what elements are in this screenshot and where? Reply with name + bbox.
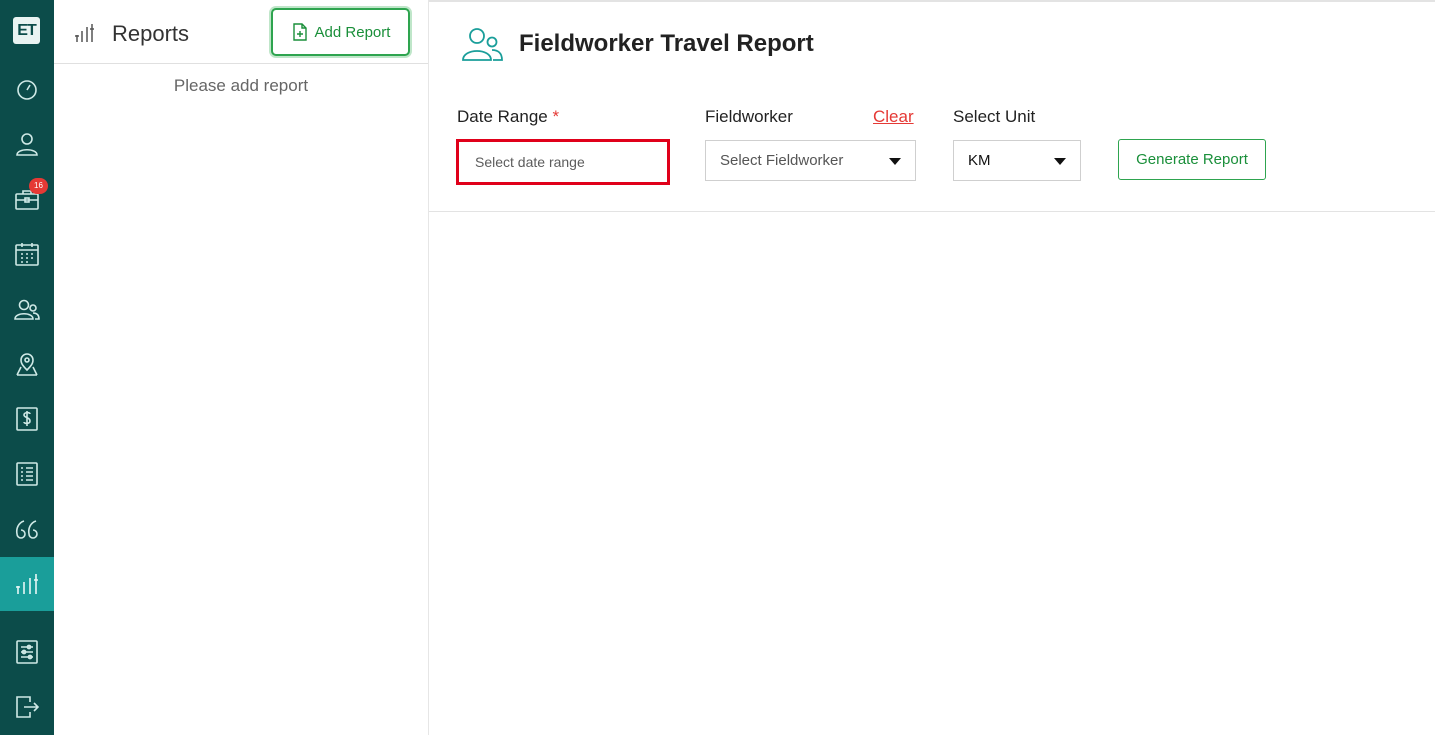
- file-plus-icon: [292, 23, 307, 41]
- list-document-icon: [16, 462, 38, 486]
- main-content: Fieldworker Travel Report Date Range * F…: [429, 0, 1435, 735]
- unit-select[interactable]: KM: [953, 140, 1081, 181]
- reports-panel-header: Reports Add Report: [54, 0, 428, 64]
- fieldworker-select[interactable]: Select Fieldworker: [705, 140, 916, 181]
- jobs-notification-badge: 16: [29, 178, 48, 194]
- quote-icon: [15, 520, 38, 539]
- unit-select-value: KM: [968, 152, 991, 169]
- caret-down-icon: [1054, 158, 1066, 165]
- nav-documents[interactable]: [0, 447, 54, 501]
- nav-calendar[interactable]: [0, 227, 54, 281]
- users-icon: [14, 299, 40, 320]
- empty-reports-message: Please add report: [173, 76, 309, 95]
- page-title: Fieldworker Travel Report: [519, 30, 814, 57]
- fieldworker-label: Fieldworker: [705, 107, 793, 126]
- caret-down-icon: [889, 158, 901, 165]
- app-logo[interactable]: ET: [13, 17, 40, 44]
- nav-logout[interactable]: [0, 680, 54, 734]
- logout-icon: [16, 696, 40, 718]
- users-icon: [462, 28, 503, 61]
- date-range-input[interactable]: [456, 139, 670, 185]
- add-report-button[interactable]: Add Report: [271, 8, 410, 56]
- settings-sliders-icon: [16, 640, 38, 664]
- nav-reports[interactable]: [0, 557, 54, 611]
- nav-dashboard[interactable]: [0, 62, 54, 116]
- dashboard-gauge-icon: [17, 80, 37, 100]
- reports-panel-title: Reports: [112, 21, 190, 46]
- dollar-icon: [16, 407, 38, 431]
- reports-bars-icon: [75, 24, 94, 42]
- user-icon: [16, 133, 38, 156]
- reports-bars-icon: [16, 574, 38, 594]
- report-filters: Date Range * Fieldworker Clear Select Fi…: [429, 94, 1435, 212]
- unit-label: Select Unit: [953, 107, 1036, 126]
- nav-billing[interactable]: [0, 392, 54, 446]
- add-report-label: Add Report: [314, 23, 391, 41]
- nav-locations[interactable]: [0, 337, 54, 391]
- generate-report-button[interactable]: Generate Report: [1118, 139, 1266, 180]
- calendar-icon: [15, 243, 39, 266]
- date-range-label: Date Range *: [457, 107, 559, 127]
- reports-panel: Reports Add Report Please add report: [54, 0, 429, 735]
- required-mark: *: [552, 107, 560, 126]
- clear-link[interactable]: Clear: [873, 107, 914, 127]
- nav-quotes[interactable]: [0, 502, 54, 556]
- fieldworker-select-value: Select Fieldworker: [720, 152, 844, 169]
- nav-team[interactable]: [0, 282, 54, 336]
- map-pin-icon: [16, 353, 38, 376]
- nav-settings[interactable]: [0, 625, 54, 679]
- icon-rail: ET 16: [0, 0, 54, 735]
- nav-profile[interactable]: [0, 117, 54, 171]
- date-range-label-text: Date Range: [457, 107, 548, 126]
